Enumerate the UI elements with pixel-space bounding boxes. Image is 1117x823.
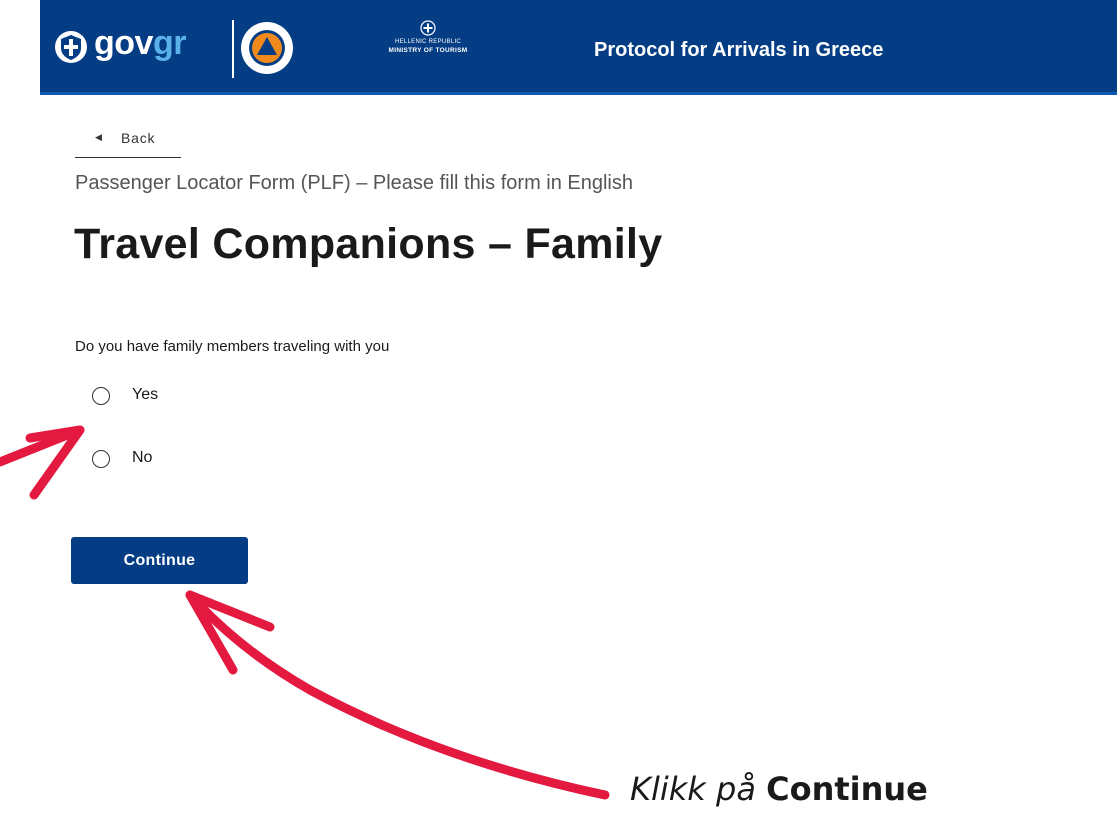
radio-yes-label[interactable]: Yes [132, 386, 158, 404]
civil-protection-logo [241, 22, 293, 74]
pointer-arrow-head-no-option [25, 425, 85, 500]
continue-button[interactable]: Continue [71, 537, 248, 584]
instruction-emphasis: Continue [766, 770, 928, 808]
ministry-of-tourism-logo: HELLENIC REPUBLIC MINISTRY OF TOURISM [380, 20, 476, 55]
tutorial-annotation-layer [0, 425, 610, 800]
radio-no-circle[interactable] [92, 450, 110, 468]
family-members-question: Do you have family members traveling wit… [75, 338, 390, 355]
ministry-line1: HELLENIC REPUBLIC [394, 39, 462, 45]
header-title: Protocol for Arrivals in Greece [594, 39, 884, 61]
hellenic-republic-seal-icon [420, 20, 436, 36]
caret-left-icon: ◀ [95, 132, 102, 142]
site-header: govgr HELLENIC REPUBLIC MINISTRY OF TOUR… [40, 0, 1117, 95]
back-label: Back [121, 130, 156, 146]
tutorial-instruction: Klikk på Continue [630, 770, 928, 808]
pointer-arrow-to-no-option [0, 425, 85, 467]
pointer-arrow-head-continue [185, 590, 275, 675]
ministry-line2: MINISTRY OF TOURISM [388, 47, 468, 54]
pointer-arrow-to-continue [185, 590, 610, 800]
header-divider [232, 20, 234, 78]
govgr-logo[interactable]: govgr [94, 24, 186, 63]
greek-coat-of-arms-icon [55, 31, 87, 63]
instruction-prefix: Klikk på [630, 770, 756, 808]
back-link[interactable]: ◀ Back [75, 128, 181, 158]
page-title: Travel Companions – Family [74, 220, 663, 268]
radio-no-label[interactable]: No [132, 449, 152, 467]
page-subtitle: Passenger Locator Form (PLF) – Please fi… [75, 172, 633, 194]
radio-yes-circle[interactable] [92, 387, 110, 405]
